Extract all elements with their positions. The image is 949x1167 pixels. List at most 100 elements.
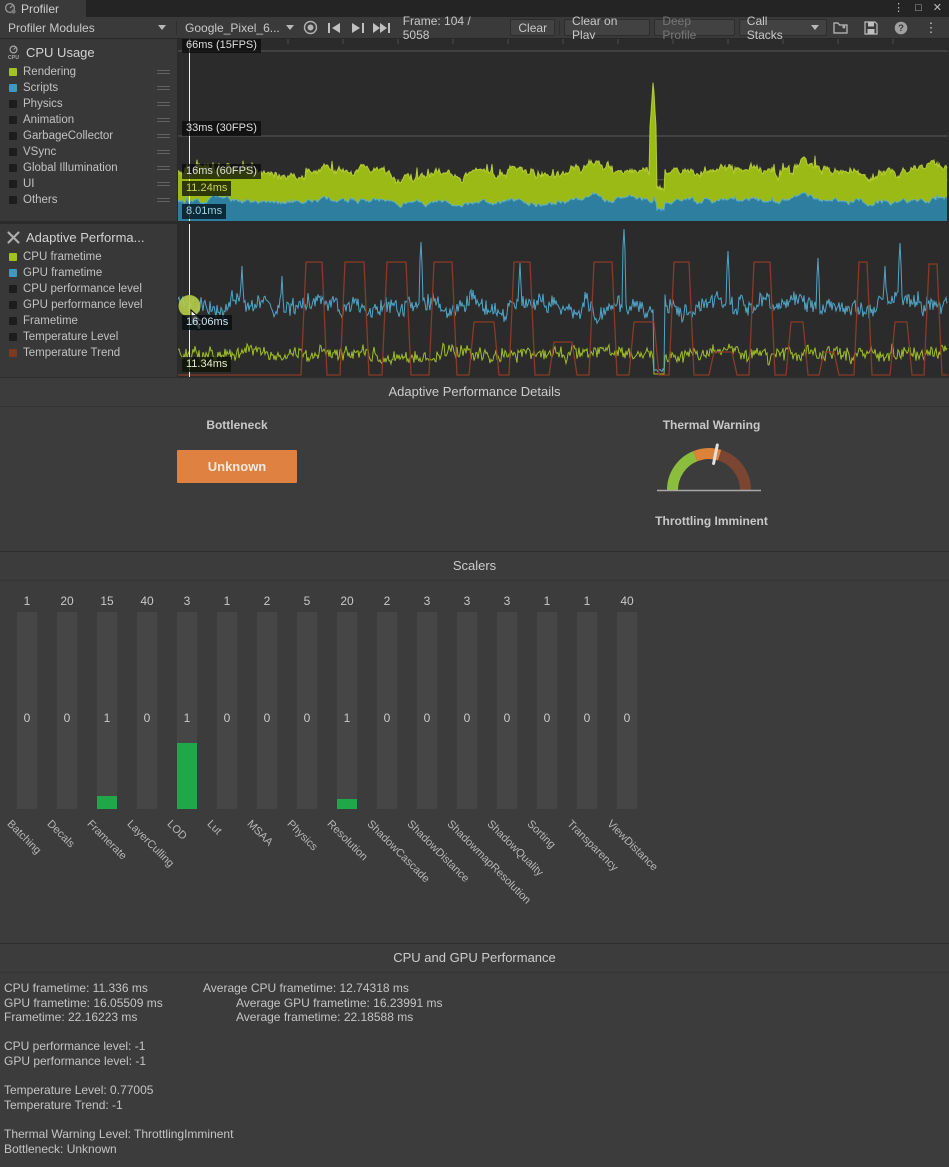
call-stacks-dropdown[interactable]: Call Stacks xyxy=(739,19,827,36)
legend-color-swatch[interactable] xyxy=(9,164,17,172)
scaler-column: 5 0 Physics xyxy=(297,581,317,941)
rendering-area-series xyxy=(178,83,947,211)
legend-color-swatch[interactable] xyxy=(9,333,17,341)
performance-stats: CPU frametime: 11.336 ms Average CPU fra… xyxy=(0,973,949,1167)
cpu-chart-gridlines xyxy=(178,39,948,180)
legend-item[interactable]: CPU performance level xyxy=(0,281,177,297)
legend-item[interactable]: UI xyxy=(0,176,177,192)
save-profile-button[interactable] xyxy=(859,18,883,38)
legend-item[interactable]: Animation xyxy=(0,112,177,128)
drag-handle-icon[interactable] xyxy=(157,100,170,108)
legend-color-swatch[interactable] xyxy=(9,100,17,108)
legend-item[interactable]: GarbageCollector xyxy=(0,128,177,144)
scaler-max-value: 1 xyxy=(537,594,557,608)
prev-frame-button[interactable] xyxy=(322,18,345,38)
scaler-max-value: 1 xyxy=(17,594,37,608)
cpu-frametime-line xyxy=(178,343,947,374)
record-button[interactable] xyxy=(299,18,322,38)
scaler-name: Sorting xyxy=(525,818,558,851)
legend-color-swatch[interactable] xyxy=(9,84,17,92)
legend-item[interactable]: Temperature Level xyxy=(0,329,177,345)
scaler-current-value: 0 xyxy=(17,711,37,725)
legend-item[interactable]: Scripts xyxy=(0,80,177,96)
drag-handle-icon[interactable] xyxy=(157,132,170,140)
clear-button[interactable]: Clear xyxy=(510,19,555,36)
clear-on-play-button[interactable]: Clear on Play xyxy=(564,19,650,36)
adaptive-details-panel: Bottleneck Unknown Thermal Warning Throt… xyxy=(0,407,949,551)
help-button[interactable]: ? xyxy=(889,18,913,38)
window-menu-icon[interactable]: ⋮ xyxy=(893,3,904,14)
legend-color-swatch[interactable] xyxy=(9,301,17,309)
adaptive-performance-chart[interactable]: 16.06ms 11.34ms xyxy=(178,224,949,377)
maximize-icon[interactable]: □ xyxy=(915,3,922,14)
legend-color-swatch[interactable] xyxy=(9,253,17,261)
cpu-usage-module-header[interactable]: CPU CPU Usage xyxy=(0,39,177,64)
legend-item[interactable]: Temperature Trend xyxy=(0,345,177,361)
next-frame-icon xyxy=(351,23,364,33)
drag-handle-icon[interactable] xyxy=(157,148,170,156)
scaler-max-value: 15 xyxy=(97,594,117,608)
drag-handle-icon[interactable] xyxy=(157,164,170,172)
legend-item[interactable]: CPU frametime xyxy=(0,249,177,265)
legend-color-swatch[interactable] xyxy=(9,116,17,124)
drag-handle-icon[interactable] xyxy=(157,180,170,188)
scaler-column: 1 0 Lut xyxy=(217,581,237,941)
tab-profiler[interactable]: Profiler xyxy=(0,0,86,17)
adaptive-chart-canvas[interactable] xyxy=(178,224,948,377)
legend-color-swatch[interactable] xyxy=(9,148,17,156)
legend-item-label: CPU performance level xyxy=(23,283,142,295)
cpu-usage-chart[interactable]: 66ms (15FPS) 33ms (30FPS) 16ms (60FPS) 1… xyxy=(178,39,949,221)
scaler-column: 20 1 Resolution xyxy=(337,581,357,941)
scaler-current-value: 0 xyxy=(537,711,557,725)
scaler-max-value: 2 xyxy=(377,594,397,608)
legend-color-swatch[interactable] xyxy=(9,317,17,325)
adaptive-performance-legend: Adaptive Performa... CPU frametime GPU f… xyxy=(0,224,178,377)
drag-handle-icon[interactable] xyxy=(157,116,170,124)
drag-handle-icon[interactable] xyxy=(157,196,170,204)
current-frame-button[interactable] xyxy=(369,18,392,38)
drag-handle-icon[interactable] xyxy=(157,68,170,76)
drag-handle-icon[interactable] xyxy=(157,84,170,92)
scalers-header: Scalers xyxy=(0,551,949,581)
legend-color-swatch[interactable] xyxy=(9,269,17,277)
context-menu-button[interactable]: ⋮ xyxy=(919,18,943,38)
cpu-usage-icon: CPU xyxy=(6,45,21,60)
gauge-needle xyxy=(714,445,718,464)
legend-item[interactable]: GPU frametime xyxy=(0,265,177,281)
stat-line xyxy=(4,1112,949,1127)
legend-color-swatch[interactable] xyxy=(9,132,17,140)
stat-avg-cpu-frametime: Average CPU frametime: 12.74318 ms xyxy=(203,981,409,996)
legend-color-swatch[interactable] xyxy=(9,349,17,357)
close-icon[interactable]: ✕ xyxy=(933,3,942,14)
scaler-name: LOD xyxy=(165,818,189,842)
legend-item[interactable]: Others xyxy=(0,192,177,208)
profiler-modules-dropdown[interactable]: Profiler Modules xyxy=(0,17,174,38)
cpu-usage-chart-canvas[interactable] xyxy=(178,39,948,221)
legend-color-swatch[interactable] xyxy=(9,285,17,293)
bottleneck-value: Unknown xyxy=(177,450,297,483)
thermal-status-text: Throttling Imminent xyxy=(474,514,949,528)
next-frame-button[interactable] xyxy=(346,18,369,38)
legend-item-label: VSync xyxy=(23,146,56,158)
adaptive-performance-module-header[interactable]: Adaptive Performa... xyxy=(0,224,177,249)
legend-item[interactable]: Rendering xyxy=(0,64,177,80)
legend-item[interactable]: VSync xyxy=(0,144,177,160)
scaler-column: 40 0 ViewDistance xyxy=(617,581,637,941)
scaler-max-value: 3 xyxy=(177,594,197,608)
legend-item[interactable]: Frametime xyxy=(0,313,177,329)
frame-scrub-handle[interactable] xyxy=(179,295,201,317)
legend-item-label: Physics xyxy=(23,98,63,110)
load-profile-button[interactable] xyxy=(829,18,853,38)
target-device-dropdown[interactable]: Google_Pixel_6... xyxy=(179,17,299,38)
scaler-column: 1 0 Transparency xyxy=(577,581,597,941)
legend-color-swatch[interactable] xyxy=(9,196,17,204)
legend-color-swatch[interactable] xyxy=(9,68,17,76)
stat-row: CPU frametime: 11.336 ms Average CPU fra… xyxy=(4,981,949,996)
save-icon xyxy=(864,21,878,35)
legend-item[interactable]: Global Illumination xyxy=(0,160,177,176)
prev-frame-icon xyxy=(328,23,341,33)
legend-color-swatch[interactable] xyxy=(9,180,17,188)
legend-item[interactable]: GPU performance level xyxy=(0,297,177,313)
legend-item[interactable]: Physics xyxy=(0,96,177,112)
gridline-label-66ms: 66ms (15FPS) xyxy=(182,39,261,53)
